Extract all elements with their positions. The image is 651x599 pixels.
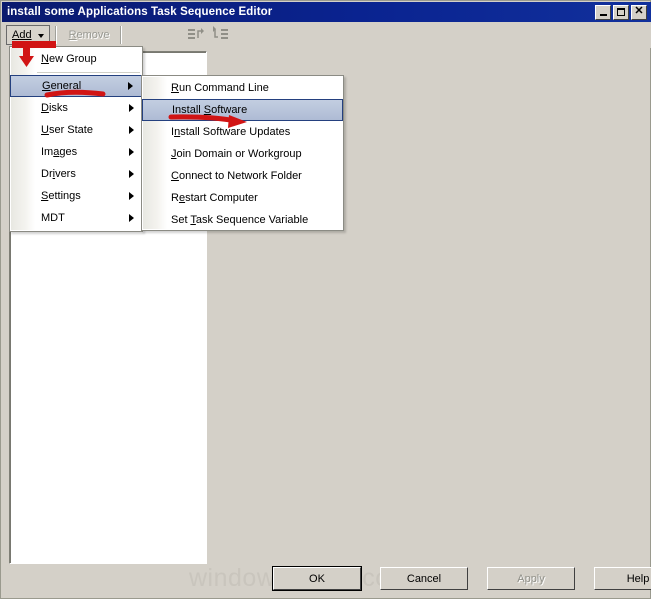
menu-item-install-software[interactable]: Install Software [142, 99, 343, 121]
menu-item-disks[interactable]: Disks [10, 97, 142, 119]
general-submenu[interactable]: Run Command Line Install Software Instal… [141, 75, 344, 231]
toolbar-separator-1 [54, 26, 57, 44]
apply-button-label: Apply [517, 572, 545, 585]
submenu-arrow-icon [128, 82, 133, 90]
toolbar-separator-2 [119, 26, 122, 44]
menu-separator [37, 72, 140, 73]
ok-button[interactable]: OK [272, 566, 362, 591]
menu-item-label: Join Domain or Workgroup [171, 148, 302, 160]
menu-item-label: Install Software [172, 104, 248, 116]
submenu-arrow-icon [129, 126, 134, 134]
remove-button-label: Remove [68, 29, 110, 41]
menu-item-label: MDT [41, 212, 65, 224]
menu-item-user-state[interactable]: User State [10, 119, 142, 141]
menu-item-run-command-line[interactable]: Run Command Line [142, 77, 343, 99]
window-title: install some Applications Task Sequence … [7, 6, 273, 18]
menu-item-mdt[interactable]: MDT [10, 207, 142, 229]
menu-item-label: Settings [41, 190, 81, 202]
menu-item-label: Set Task Sequence Variable [171, 214, 309, 226]
menu-item-label: General [42, 80, 82, 92]
menu-item-settings[interactable]: Settings [10, 185, 142, 207]
toolbar: Add Remove [2, 22, 651, 48]
close-button[interactable]: ✕ [631, 4, 647, 20]
close-icon: ✕ [634, 5, 644, 17]
move-up-icon[interactable] [185, 25, 207, 45]
menu-item-label: Install Software Updates [171, 126, 291, 138]
menu-item-label: Run Command Line [171, 82, 269, 94]
window-controls: ✕ [595, 4, 651, 20]
submenu-arrow-icon [129, 214, 134, 222]
submenu-arrow-icon [129, 192, 134, 200]
maximize-button[interactable] [613, 4, 629, 20]
menu-item-label: Restart Computer [171, 192, 258, 204]
ok-button-label: OK [309, 572, 325, 585]
minimize-button[interactable] [595, 4, 611, 20]
menu-item-install-software-updates[interactable]: Install Software Updates [142, 121, 343, 143]
menu-item-label: Connect to Network Folder [171, 170, 302, 182]
menu-item-label: Drivers [41, 168, 76, 180]
menu-item-connect-to-network-folder[interactable]: Connect to Network Folder [142, 165, 343, 187]
minimize-icon [596, 6, 610, 19]
menu-item-label: Images [41, 146, 78, 158]
dialog-button-row: OK Cancel Apply Help [272, 566, 651, 591]
submenu-arrow-icon [129, 104, 134, 112]
menu-item-label: New Group [41, 53, 97, 65]
add-dropdown-menu[interactable]: New Group General Disks User State Image… [9, 46, 143, 232]
maximize-icon [614, 6, 628, 19]
cancel-button[interactable]: Cancel [380, 567, 468, 590]
add-button-label: Add [12, 29, 32, 41]
menu-item-general[interactable]: General [10, 75, 142, 97]
menu-item-set-task-sequence-variable[interactable]: Set Task Sequence Variable [142, 209, 343, 231]
window-frame: install some Applications Task Sequence … [0, 0, 651, 599]
remove-button[interactable]: Remove [64, 25, 115, 45]
add-button[interactable]: Add [6, 25, 50, 45]
help-button-label: Help [626, 572, 650, 585]
add-menu-items: New Group General Disks User State Image… [10, 47, 142, 230]
menu-item-join-domain-or-workgroup[interactable]: Join Domain or Workgroup [142, 143, 343, 165]
move-down-icon[interactable] [209, 25, 231, 45]
apply-button[interactable]: Apply [487, 567, 575, 590]
menu-item-label: User State [41, 124, 93, 136]
menu-item-new-group[interactable]: New Group [10, 48, 142, 70]
submenu-arrow-icon [129, 170, 134, 178]
chevron-down-icon [37, 33, 44, 38]
menu-item-restart-computer[interactable]: Restart Computer [142, 187, 343, 209]
title-bar[interactable]: install some Applications Task Sequence … [2, 2, 651, 22]
help-button[interactable]: Help [594, 567, 651, 590]
general-submenu-items: Run Command Line Install Software Instal… [142, 76, 343, 232]
menu-item-drivers[interactable]: Drivers [10, 163, 142, 185]
application-window: install some Applications Task Sequence … [0, 0, 651, 599]
menu-item-label: Disks [41, 102, 68, 114]
cancel-button-label: Cancel [406, 572, 442, 585]
submenu-arrow-icon [129, 148, 134, 156]
menu-item-images[interactable]: Images [10, 141, 142, 163]
